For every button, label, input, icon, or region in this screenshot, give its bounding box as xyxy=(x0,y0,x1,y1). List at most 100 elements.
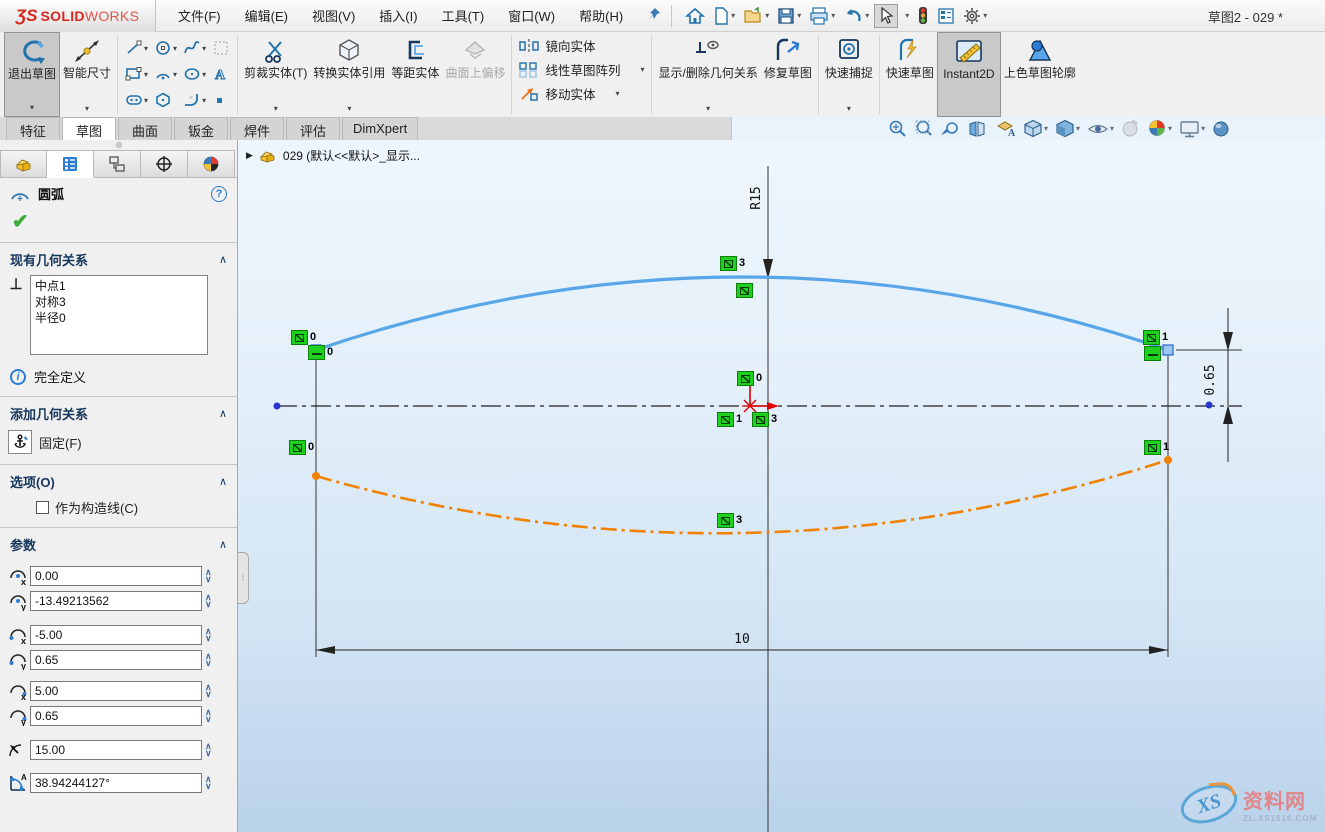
existing-relations-collapse-icon[interactable]: ∧ xyxy=(219,253,227,266)
fillet-caret-icon[interactable]: ▾ xyxy=(202,96,206,105)
start-x-input[interactable] xyxy=(30,625,202,645)
line-caret-icon[interactable]: ▾ xyxy=(144,44,148,53)
smart-dimension-button[interactable]: 智能尺寸 ▾ xyxy=(60,32,114,117)
dim-height-label[interactable]: 0.65 xyxy=(1203,364,1218,395)
new-caret-icon[interactable]: ▾ xyxy=(731,11,735,20)
line-tool-button[interactable]: ▾ xyxy=(123,39,150,57)
linear-pattern-caret-icon[interactable]: ▾ xyxy=(640,65,644,74)
center-x-input[interactable] xyxy=(30,566,202,586)
settings-button[interactable]: ▾ xyxy=(960,5,990,27)
relation-badge-symmetric[interactable]: 1 xyxy=(1143,330,1160,345)
quick-snaps-caret-icon[interactable]: ▾ xyxy=(847,101,851,117)
options-header[interactable]: 选项(O) ∧ xyxy=(0,467,237,495)
options-collapse-icon[interactable]: ∧ xyxy=(219,475,227,488)
save-button[interactable]: ▾ xyxy=(774,5,804,27)
circle-caret-icon[interactable]: ▾ xyxy=(173,44,177,53)
relation-item[interactable]: 半径0 xyxy=(35,310,203,326)
add-relations-header[interactable]: 添加几何关系 ∧ xyxy=(0,399,237,427)
exit-sketch-caret-icon[interactable]: ▾ xyxy=(30,100,34,116)
view-settings-caret-icon[interactable]: ▾ xyxy=(1201,124,1205,133)
point-tool-button[interactable] xyxy=(210,92,232,108)
tab-sheet-metal[interactable]: 钣金 xyxy=(174,117,228,140)
construction-line-checkbox[interactable] xyxy=(36,501,49,514)
end-y-input[interactable] xyxy=(30,706,202,726)
quick-snaps-button[interactable]: 快速捕捉 ▾ xyxy=(822,32,876,117)
tab-weldments[interactable]: 焊件 xyxy=(230,117,284,140)
tab-feature-manager[interactable] xyxy=(0,150,47,178)
edit-appearance-button[interactable] xyxy=(1120,118,1141,139)
start-x-spinner[interactable]: ∧∨ xyxy=(205,628,212,642)
relation-badge-symmetric[interactable]: 0 xyxy=(737,371,754,386)
radius-input[interactable] xyxy=(30,740,202,760)
center-x-spinner[interactable]: ∧∨ xyxy=(205,569,212,583)
tab-evaluate[interactable]: 评估 xyxy=(286,117,340,140)
graphics-viewport[interactable]: R15 1 0 0.65 xyxy=(238,140,1325,832)
zoom-area-button[interactable] xyxy=(913,118,934,139)
lower-arc-endpoint-left[interactable] xyxy=(312,472,320,480)
previous-view-button[interactable] xyxy=(939,119,961,139)
select-caret-icon[interactable]: ▾ xyxy=(905,11,909,20)
center-y-spinner[interactable]: ∧∨ xyxy=(205,594,212,608)
select-tool-button[interactable] xyxy=(874,4,898,28)
shaded-sketch-contours-button[interactable]: 上色草图轮廓 xyxy=(1001,32,1079,117)
move-entities-caret-icon[interactable]: ▾ xyxy=(615,89,619,98)
display-delete-relations-button[interactable]: 显示/删除几何关系 ▾ xyxy=(655,32,760,117)
repair-sketch-button[interactable]: 修复草图 xyxy=(761,32,815,117)
home-button[interactable] xyxy=(682,5,708,27)
trim-entities-button[interactable]: 剪裁实体(T) ▾ xyxy=(241,32,310,117)
tab-sketch[interactable]: 草图 xyxy=(62,117,116,140)
arc-tool-button[interactable]: ▾ xyxy=(152,65,179,83)
fix-anchor-button[interactable] xyxy=(8,430,32,454)
relation-badge-symmetric[interactable]: 3 xyxy=(720,256,737,271)
centerline-point-right[interactable] xyxy=(1206,402,1213,409)
tab-dimxpert[interactable]: DimXpert xyxy=(342,117,418,140)
view-orientation-caret-icon[interactable]: ▾ xyxy=(1044,124,1048,133)
tab-dimxpert-manager[interactable] xyxy=(141,150,188,178)
menu-insert[interactable]: 插入(I) xyxy=(369,1,427,30)
relation-item[interactable]: 中点1 xyxy=(35,278,203,294)
relation-badge-symmetric[interactable]: 0 xyxy=(289,440,306,455)
move-entities-button[interactable]: 移动实体 ▾ xyxy=(519,84,644,103)
relation-badge-horizontal[interactable] xyxy=(1144,346,1161,361)
display-style-button[interactable]: ▾ xyxy=(1054,118,1081,139)
settings-caret-icon[interactable]: ▾ xyxy=(983,11,987,20)
apply-scene-button[interactable]: ▾ xyxy=(1146,118,1173,139)
instant2d-button[interactable]: Instant2D xyxy=(937,32,1001,117)
start-y-spinner[interactable]: ∧∨ xyxy=(205,653,212,667)
print-caret-icon[interactable]: ▾ xyxy=(831,11,835,20)
rectangle-tool-button[interactable]: ▾ xyxy=(123,65,150,83)
display-style-caret-icon[interactable]: ▾ xyxy=(1076,124,1080,133)
add-relations-collapse-icon[interactable]: ∧ xyxy=(219,407,227,420)
lower-arc-endpoint-right[interactable] xyxy=(1164,456,1172,464)
view-settings-button[interactable]: ▾ xyxy=(1178,119,1206,139)
tab-property-manager[interactable] xyxy=(47,150,94,178)
centerline-point-left[interactable] xyxy=(274,403,281,410)
dim-radius-label[interactable]: R15 xyxy=(749,186,764,209)
exit-sketch-button[interactable]: 退出草图 ▾ xyxy=(4,32,60,117)
print-button[interactable]: ▾ xyxy=(806,5,838,27)
text-tool-button[interactable]: A xyxy=(210,65,232,83)
polygon-tool-button[interactable] xyxy=(152,91,179,109)
angle-input[interactable] xyxy=(30,773,202,793)
relation-badge-symmetric[interactable] xyxy=(736,283,753,298)
hide-show-caret-icon[interactable]: ▾ xyxy=(1110,124,1114,133)
relation-badge-symmetric[interactable]: 1 xyxy=(717,412,734,427)
undo-button[interactable]: ▾ xyxy=(840,5,872,27)
ok-checkmark-button[interactable]: ✔ xyxy=(12,211,29,233)
fillet-tool-button[interactable]: ×▾ xyxy=(181,91,208,109)
zoom-fit-button[interactable] xyxy=(887,118,908,139)
existing-relations-header[interactable]: 现有几何关系 ∧ xyxy=(0,245,237,273)
radius-spinner[interactable]: ∧∨ xyxy=(205,743,212,757)
relation-badge-symmetric[interactable]: 0 xyxy=(291,330,308,345)
view-orientation-button[interactable]: ▾ xyxy=(1022,118,1049,139)
apply-scene-caret-icon[interactable]: ▾ xyxy=(1168,124,1172,133)
convert-caret-icon[interactable]: ▾ xyxy=(347,101,351,117)
arc-endpoint-right[interactable] xyxy=(1163,345,1173,355)
rapid-sketch-button[interactable]: 快速草图 xyxy=(883,32,937,117)
relation-badge-symmetric[interactable]: 3 xyxy=(717,513,734,528)
parameters-header[interactable]: 参数 ∧ xyxy=(0,530,237,558)
interference-check-button[interactable] xyxy=(914,4,932,27)
start-y-input[interactable] xyxy=(30,650,202,670)
ellipse-caret-icon[interactable]: ▾ xyxy=(202,70,206,79)
menu-tools[interactable]: 工具(T) xyxy=(432,1,495,30)
